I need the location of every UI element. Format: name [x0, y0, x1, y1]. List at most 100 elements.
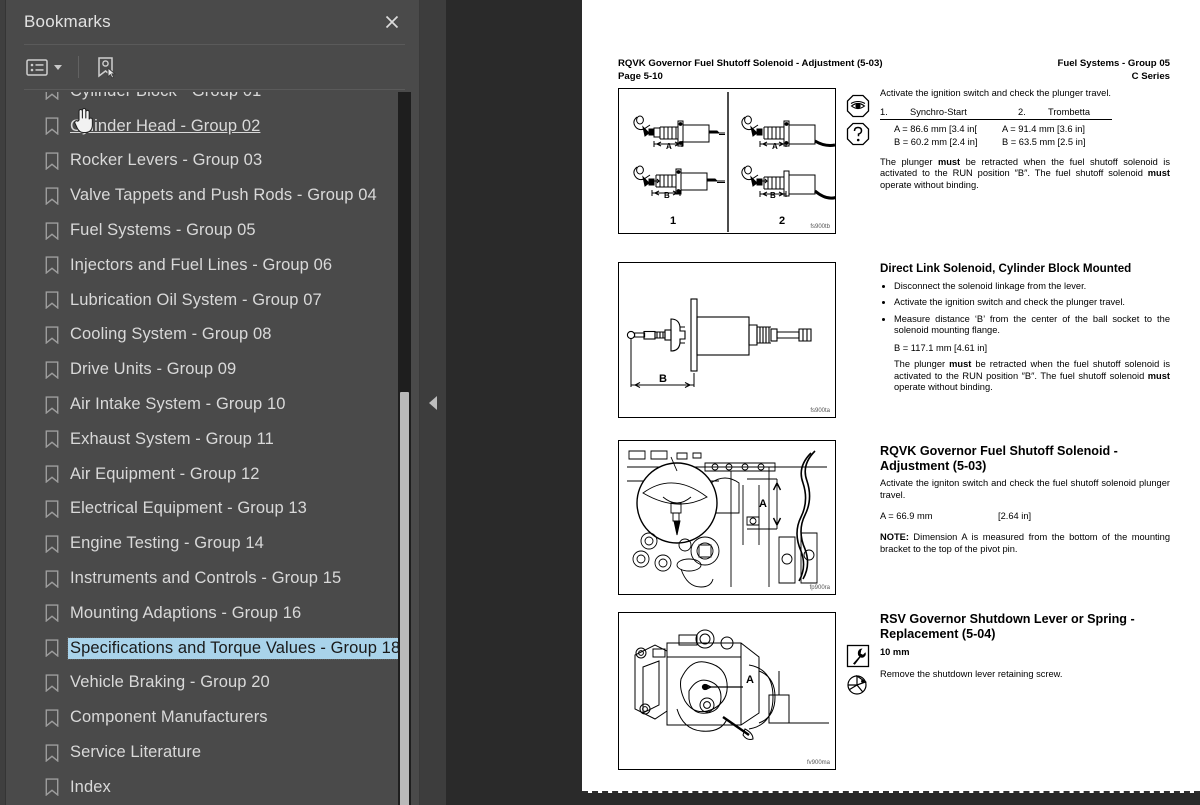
- bookmark-ribbon-icon: [45, 187, 59, 205]
- bookmark-item[interactable]: Instruments and Controls - Group 15: [6, 561, 395, 596]
- bookmark-item[interactable]: Electrical Equipment - Group 13: [6, 492, 395, 527]
- new-bookmark-button[interactable]: [93, 53, 119, 82]
- bookmark-options-button[interactable]: [24, 55, 64, 80]
- header-right-line2: C Series: [1131, 70, 1170, 82]
- bookmark-ribbon-icon: [45, 291, 59, 310]
- mt-r1c0: B = 60.2 mm [2.4 in]: [894, 137, 978, 148]
- bookmark-item-label: Electrical Equipment - Group 13: [70, 499, 307, 518]
- bookmark-item[interactable]: Drive Units - Group 09: [6, 352, 395, 387]
- toolbar-divider-bottom: [24, 89, 405, 90]
- bookmark-item-label: Vehicle Braking - Group 20: [70, 673, 270, 692]
- bookmark-item[interactable]: Cylinder Head - Group 02: [6, 109, 395, 144]
- header-left-line1: RQVK Governor Fuel Shutoff Solenoid - Ad…: [618, 58, 883, 69]
- measurement-table-rule: [880, 118, 1112, 120]
- bookmark-item[interactable]: Cylinder Block - Group 01: [6, 92, 395, 109]
- bookmark-item[interactable]: Injectors and Fuel Lines - Group 06: [6, 248, 395, 283]
- dimension-label-b: B: [659, 373, 667, 385]
- bookmark-item[interactable]: Fuel Systems - Group 05: [6, 213, 395, 248]
- section1-body: The plunger must be retracted when the f…: [880, 156, 1170, 190]
- bookmark-item[interactable]: Exhaust System - Group 11: [6, 422, 395, 457]
- bookmark-ribbon-icon: [45, 152, 59, 170]
- mt-h0: 1.: [880, 106, 888, 117]
- torque-segment-icon: [847, 674, 867, 695]
- bookmarks-sidebar: Bookmarks Cylinder Head - Group 02 Rocke…: [0, 0, 420, 805]
- bookmark-item-label: Injectors and Fuel Lines - Group 06: [70, 255, 333, 274]
- svg-text:A: A: [772, 142, 778, 151]
- solenoid-two-panel-illustration: A B A B 1 2: [633, 92, 835, 232]
- bookmark-ribbon-icon: [45, 326, 59, 344]
- bookmark-item[interactable]: Air Intake System - Group 10: [6, 387, 395, 422]
- bookmark-ribbon-icon: [45, 535, 59, 553]
- bookmark-item-label: Instruments and Controls - Group 15: [70, 569, 342, 588]
- bookmark-item-label: Component Manufacturers: [70, 708, 268, 727]
- section1-icon-column: [846, 94, 874, 150]
- bookmark-item[interactable]: Index: [6, 770, 395, 805]
- section4-title: RSV Governor Shutdown Lever or Spring - …: [880, 612, 1135, 641]
- bookmark-ribbon-icon: [45, 569, 59, 588]
- figure-solenoid-two-panel: A B A B 1 2 fs900tb: [618, 88, 836, 234]
- close-button[interactable]: [379, 9, 405, 35]
- bookmark-ribbon-icon: [45, 465, 59, 484]
- section2-measurement: B = 117.1 mm [4.61 in]: [894, 342, 988, 353]
- bookmark-item-label: Cooling System - Group 08: [70, 325, 272, 344]
- mt-h3: Trombetta: [1048, 106, 1091, 117]
- bookmark-item[interactable]: Valve Tappets and Push Rods - Group 04: [6, 178, 395, 213]
- section3-title: RQVK Governor Fuel Shutoff Solenoid - Ad…: [880, 444, 1118, 473]
- bookmarks-list: Cylinder Block - Group 01 Cylinder Head -…: [6, 92, 404, 805]
- bookmark-item-label: Engine Testing - Group 14: [70, 534, 264, 553]
- bookmark-item[interactable]: Service Literature: [6, 735, 395, 770]
- page-running-header: RQVK Governor Fuel Shutoff Solenoid - Ad…: [618, 58, 1170, 83]
- bookmarks-scroll-region: Cylinder Block - Group 01 Cylinder Head -…: [6, 92, 419, 805]
- section3-intro: Activate the igniton switch and check th…: [880, 478, 1170, 500]
- bookmark-item-label: Air Equipment - Group 12: [70, 464, 260, 483]
- bookmark-item-label: Service Literature: [70, 743, 202, 762]
- sidebar-scrollbar-track[interactable]: [398, 92, 411, 805]
- mt-h2: 2.: [1018, 106, 1026, 117]
- bookmark-ribbon-icon: [45, 778, 59, 797]
- pdf-page: RQVK Governor Fuel Shutoff Solenoid - Ad…: [582, 0, 1200, 793]
- bookmark-item[interactable]: Mounting Adaptions - Group 16: [6, 596, 395, 631]
- bookmark-ribbon-icon: [45, 430, 59, 449]
- bookmark-item[interactable]: Specifications and Torque Values - Group…: [6, 631, 404, 666]
- collapse-left-arrow-icon[interactable]: [429, 395, 437, 410]
- bookmark-ribbon-icon: [45, 639, 59, 658]
- mt-r0c0: A = 86.6 mm [3.4 in[: [894, 123, 977, 134]
- bookmarks-panel-header: Bookmarks: [0, 0, 419, 44]
- bookmark-ribbon-icon: [45, 92, 59, 101]
- bookmark-item[interactable]: Cooling System - Group 08: [6, 318, 395, 353]
- bookmark-item-label: Exhaust System - Group 11: [70, 429, 274, 448]
- section-rqvk-governor-adjustment: A fp900ra RQVK Governor Fuel Shutoff Sol…: [618, 440, 1170, 600]
- document-viewer[interactable]: RQVK Governor Fuel Shutoff Solenoid - Ad…: [446, 0, 1200, 805]
- close-icon: [385, 15, 399, 29]
- bookmark-item-label: Index: [70, 777, 111, 796]
- panel-splitter[interactable]: [420, 0, 446, 805]
- bookmarks-toolbar: [0, 44, 419, 90]
- bookmark-item[interactable]: Vehicle Braking - Group 20: [6, 666, 395, 701]
- section3-note: NOTE: Dimension A is measured from the b…: [880, 532, 1170, 554]
- table-row: B = 60.2 mm [2.4 in] B = 63.5 mm [2.5 in…: [880, 136, 1170, 150]
- sidebar-scrollbar-thumb[interactable]: [400, 392, 409, 805]
- bookmark-item[interactable]: Rocker Levers - Group 03: [6, 144, 395, 179]
- bookmark-ribbon-icon: [45, 395, 59, 414]
- bookmark-ribbon-icon: [45, 604, 59, 623]
- section4-icon-column: [846, 644, 874, 700]
- bookmark-item[interactable]: Component Manufacturers: [6, 700, 395, 735]
- panel-label-2: 2: [779, 215, 785, 227]
- bookmark-ribbon-icon: [45, 500, 59, 518]
- bookmark-item[interactable]: Air Equipment - Group 12: [6, 457, 395, 492]
- section3-text: RQVK Governor Fuel Shutoff Solenoid - Ad…: [880, 444, 1170, 556]
- figure-id: fs900ta: [810, 408, 830, 414]
- figure-direct-link-solenoid: B fs900ta: [618, 262, 836, 418]
- bookmark-item-label: Valve Tappets and Push Rods - Group 04: [70, 186, 377, 205]
- section4-instruction: Remove the shutdown lever retaining scre…: [880, 669, 1063, 680]
- engine-governor-illustration: A: [625, 449, 831, 589]
- bookmark-item-label: Fuel Systems - Group 05: [70, 221, 256, 240]
- bookmark-item[interactable]: Lubrication Oil System - Group 07: [6, 283, 395, 318]
- bookmark-item[interactable]: Engine Testing - Group 14: [6, 526, 395, 561]
- panel-label-1: 1: [670, 215, 676, 227]
- wrench-box-icon: [846, 644, 870, 668]
- bookmark-item-label: Rocker Levers - Group 03: [70, 151, 263, 170]
- bookmark-ribbon-icon: [45, 221, 59, 240]
- header-left: RQVK Governor Fuel Shutoff Solenoid - Ad…: [618, 58, 883, 83]
- shutdown-lever-illustration: A: [634, 629, 829, 740]
